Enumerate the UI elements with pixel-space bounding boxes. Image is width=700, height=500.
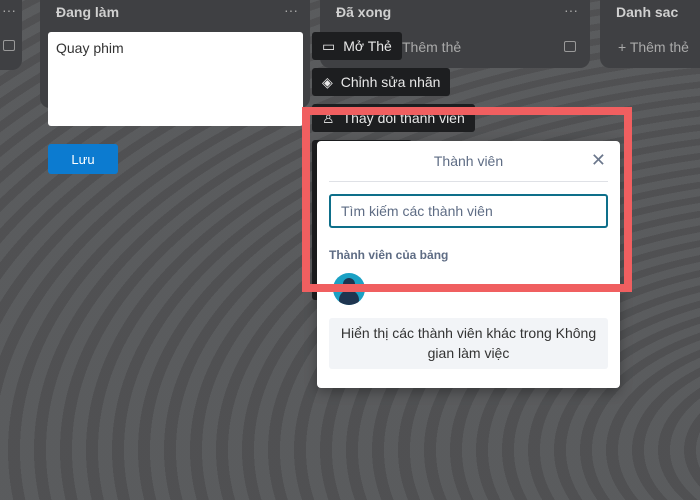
- person-icon: ♙: [322, 109, 335, 126]
- popup-title: Thành viên: [433, 153, 504, 169]
- list-menu-icon[interactable]: ···: [564, 2, 578, 18]
- list-partial: ···: [0, 0, 22, 70]
- list-title[interactable]: Đã xong: [336, 4, 391, 20]
- card-icon: ▭: [322, 37, 336, 54]
- open-card-button[interactable]: ▭ Mở Thẻ: [312, 32, 402, 60]
- edit-labels-button[interactable]: ◈ Chỉnh sửa nhãn: [312, 68, 451, 96]
- list-title[interactable]: Danh sac: [616, 4, 678, 20]
- label: Thay đổi thành viên: [342, 110, 465, 126]
- save-button[interactable]: Lưu: [48, 144, 118, 174]
- list-danh-sach: Danh sac + Thêm thẻ: [600, 0, 700, 68]
- card-title-input[interactable]: Quay phim: [48, 32, 303, 126]
- divider: [329, 181, 608, 182]
- list-menu-icon[interactable]: ···: [2, 2, 16, 18]
- label: Mở Thẻ: [343, 38, 392, 54]
- add-card-button[interactable]: + Thêm thẻ: [618, 39, 689, 55]
- card-template-icon[interactable]: [3, 40, 15, 51]
- card-template-icon[interactable]: [564, 41, 576, 52]
- tag-icon: ◈: [322, 73, 333, 90]
- list-menu-icon[interactable]: ···: [284, 2, 298, 18]
- label: Chỉnh sửa nhãn: [340, 74, 441, 90]
- show-workspace-members-button[interactable]: Hiển thị các thành viên khác trong Không…: [329, 318, 608, 369]
- add-card-button[interactable]: Thêm thẻ: [402, 39, 461, 55]
- change-members-button[interactable]: ♙ Thay đổi thành viên: [312, 104, 475, 132]
- list-title[interactable]: Đang làm: [56, 4, 119, 20]
- members-popup: Thành viên ✕ Thành viên của bảng Hiển th…: [317, 141, 620, 388]
- close-icon[interactable]: ✕: [591, 150, 606, 171]
- member-search-input[interactable]: [329, 194, 608, 228]
- board-members-label: Thành viên của bảng: [329, 248, 449, 262]
- avatar[interactable]: [333, 273, 365, 305]
